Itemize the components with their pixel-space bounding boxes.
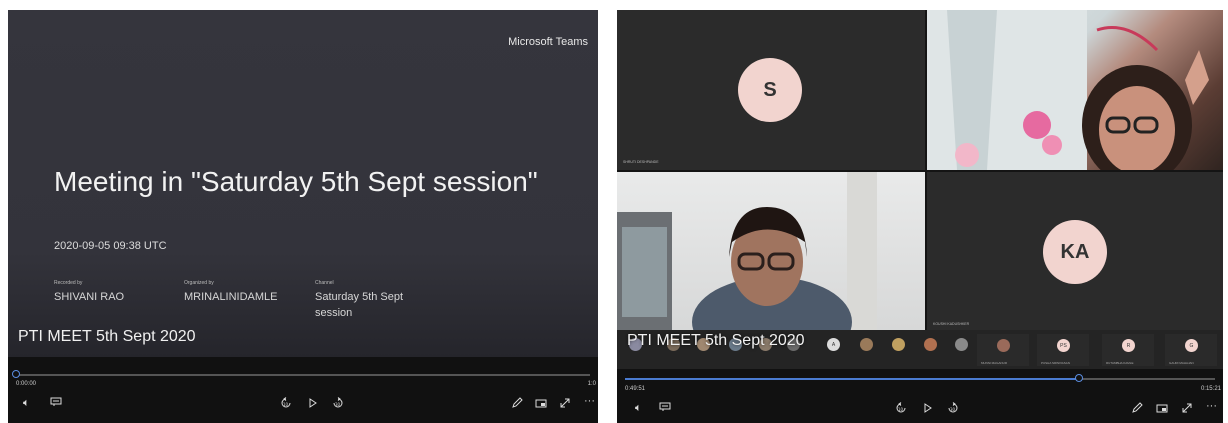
recorded-by-block: Recorded by SHIVANI RAO — [54, 280, 124, 305]
participant-name: PUSHA SRINIVASAN — [1041, 361, 1070, 365]
participant-thumb — [924, 338, 937, 351]
volume-icon[interactable]: 🔈︎ — [635, 402, 642, 414]
video-player-left[interactable]: Microsoft Teams Meeting in "Saturday 5th… — [8, 10, 598, 423]
participant-thumb-initial: PS — [1057, 339, 1070, 352]
participant-mini-tile: MUNNI MAGANUR — [977, 334, 1029, 366]
participant-mini-tile: R RUTAMBHA KAMLE — [1102, 334, 1154, 366]
captions-icon[interactable] — [659, 402, 671, 415]
participant-tile-ka: KA KOUSHI KADUSHKER — [927, 172, 1223, 330]
participant-mini-tile: G GAURI MAHAJAN — [1165, 334, 1217, 366]
player-controls: 0:49:51 0:15:21 🔈︎ 10 30 ··· — [617, 369, 1223, 423]
channel-value: Saturday 5th Sept session — [315, 291, 404, 319]
participant-video-bottom-left — [617, 172, 925, 330]
fullscreen-icon[interactable] — [559, 397, 571, 412]
organized-by-caption: Organized by — [184, 280, 214, 286]
participant-tile-s: S SHRUTI DESHPANDE — [617, 10, 925, 170]
channel-caption: Channel — [315, 280, 334, 286]
svg-text:10: 10 — [898, 407, 904, 412]
theater-mode-icon[interactable] — [535, 397, 547, 412]
recorded-by-caption: Recorded by — [54, 280, 83, 286]
skip-back-10-icon[interactable]: 10 — [895, 402, 907, 417]
more-icon[interactable]: ··· — [584, 395, 595, 407]
participant-name: KOUSHI KADUSHKER — [933, 322, 970, 326]
participant-thumb — [860, 338, 873, 351]
theater-mode-icon[interactable] — [1156, 402, 1168, 417]
seek-bar-fill — [625, 378, 1080, 380]
participant-video-frame — [927, 10, 1209, 170]
participant-thumb — [997, 339, 1010, 352]
participant-mini-tile: PS PUSHA SRINIVASAN — [1037, 334, 1089, 366]
avatar: KA — [1043, 220, 1107, 284]
participant-thumb-initial: G — [1185, 339, 1198, 352]
participant-name: SHRUTI DESHPANDE — [623, 160, 659, 164]
participant-thumb — [955, 338, 968, 351]
meeting-datetime: 2020-09-05 09:38 UTC — [54, 240, 167, 252]
seek-bar[interactable] — [12, 370, 590, 378]
participant-thumb-initial: A — [827, 338, 840, 351]
avatar: S — [738, 58, 802, 122]
svg-text:30: 30 — [950, 407, 956, 412]
play-icon[interactable] — [308, 397, 318, 412]
participant-video-frame — [617, 172, 877, 330]
recording-title: PTI MEET 5th Sept 2020 — [18, 328, 196, 345]
skip-back-10-icon[interactable]: 10 — [280, 397, 292, 412]
current-time: 0:00:00 — [16, 381, 37, 387]
pen-icon[interactable] — [511, 397, 523, 412]
participant-name: MUNNI MAGANUR — [981, 361, 1007, 365]
participant-video-top-right — [927, 10, 1223, 170]
pen-icon[interactable] — [1131, 402, 1143, 417]
svg-text:10: 10 — [283, 402, 289, 407]
participant-thumb-initial: R — [1122, 339, 1135, 352]
skip-forward-30-icon[interactable]: 30 — [332, 397, 344, 412]
participant-name: RUTAMBHA KAMLE — [1106, 361, 1134, 365]
seek-knob[interactable] — [1075, 374, 1084, 382]
current-time: 0:49:51 — [625, 386, 646, 392]
app-brand: Microsoft Teams — [508, 36, 588, 48]
organized-by-block: Organized by MRINALINIDAMLE — [184, 280, 278, 305]
participant-thumb — [892, 338, 905, 351]
channel-block: Channel Saturday 5th Sept session — [315, 280, 425, 321]
svg-text:30: 30 — [335, 402, 341, 407]
recorded-by-value: SHIVANI RAO — [54, 291, 125, 303]
total-time: 0:15:21 — [1200, 386, 1221, 392]
player-controls: 0:00:00 1:0 🔈︎ 10 30 ··· — [8, 357, 598, 423]
skip-forward-30-icon[interactable]: 30 — [947, 402, 959, 417]
total-time: 1:0 — [587, 381, 596, 387]
seek-knob[interactable] — [12, 370, 20, 378]
recording-splash: Microsoft Teams Meeting in "Saturday 5th… — [8, 10, 598, 357]
volume-icon[interactable]: 🔈︎ — [23, 397, 30, 409]
organized-by-value: MRINALINIDAMLE — [184, 291, 278, 303]
meeting-title: Meeting in "Saturday 5th Sept session" — [54, 166, 538, 197]
more-icon[interactable]: ··· — [1206, 400, 1217, 412]
video-player-right[interactable]: S SHRUTI DESHPANDE KA KOUSHI KADUSHKER A… — [617, 10, 1223, 423]
play-icon[interactable] — [923, 402, 933, 417]
recording-title: PTI MEET 5th Sept 2020 — [627, 332, 805, 349]
seek-bar[interactable] — [625, 374, 1215, 382]
fullscreen-icon[interactable] — [1181, 402, 1193, 417]
participant-name: GAURI MAHAJAN — [1169, 361, 1194, 365]
captions-icon[interactable] — [50, 397, 62, 410]
